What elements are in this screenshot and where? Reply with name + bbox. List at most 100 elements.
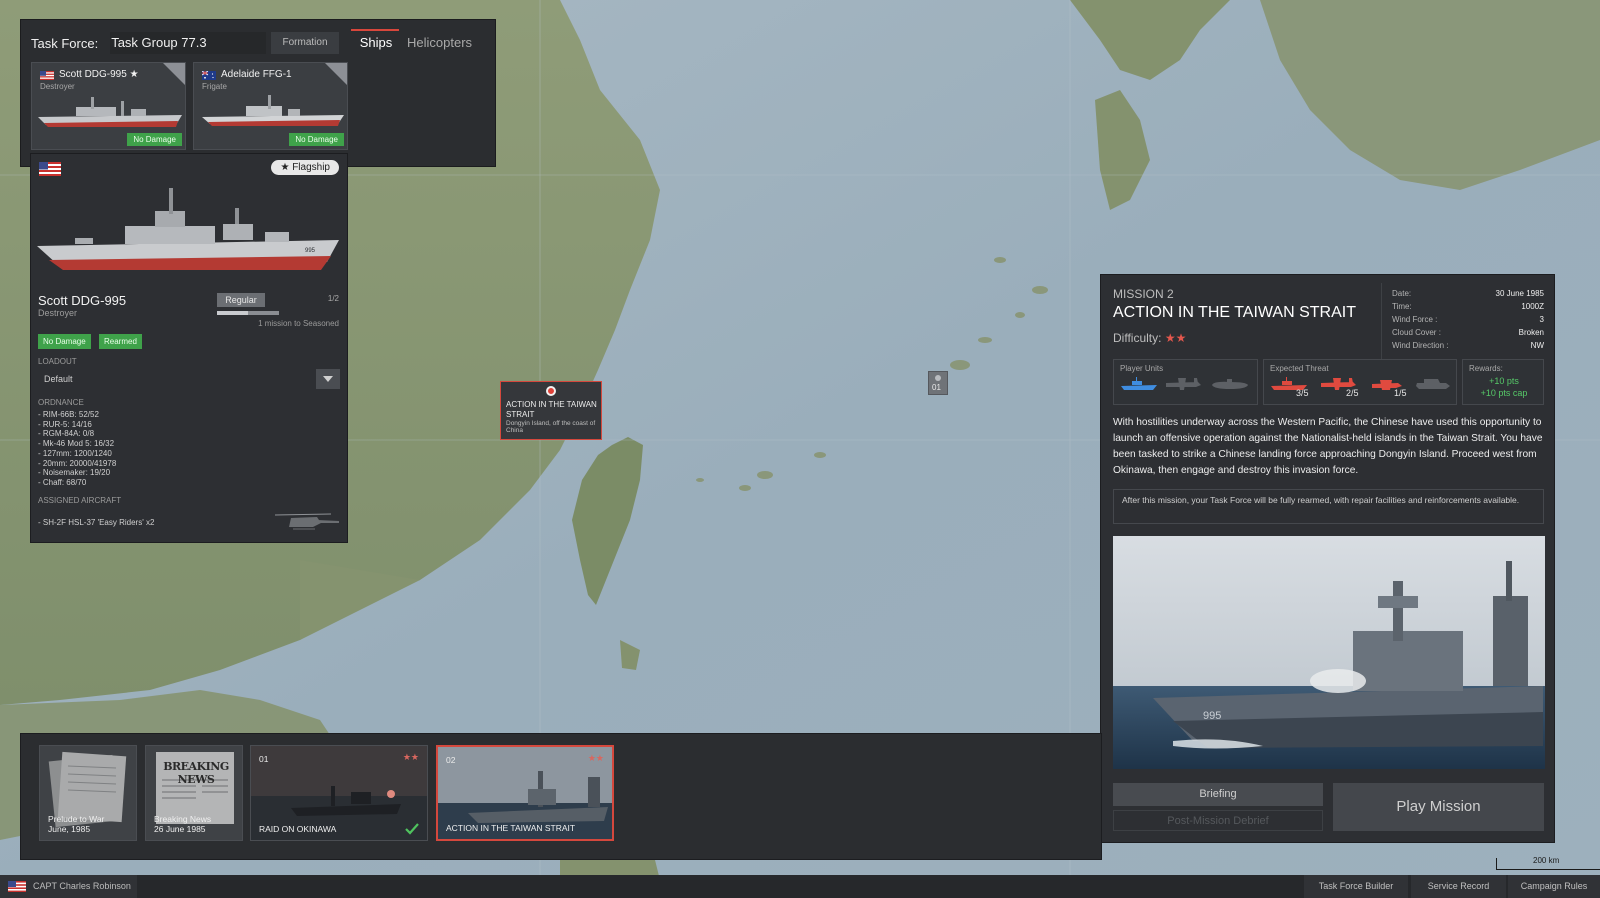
assigned-aircraft-item: - SH-2F HSL-37 'Easy Riders' x2 <box>38 518 155 527</box>
reward-points: +10 pts <box>1489 376 1519 386</box>
newspaper-headline: BREAKING NEWS <box>163 760 229 786</box>
chevron-down-icon <box>323 376 333 382</box>
timeline-card-mission-01[interactable]: 01 ★★ RAID ON OKINAWA <box>250 745 428 841</box>
ordnance-item: - Chaff: 68/70 <box>38 477 87 487</box>
timeline-caption: RAID ON OKINAWA <box>259 824 337 834</box>
loadout-dropdown[interactable]: Default <box>38 369 340 389</box>
ordnance-item: - 20mm: 20000/41978 <box>38 458 117 468</box>
post-mission-debrief-button[interactable]: Post-Mission Debrief <box>1113 810 1323 831</box>
active-tab-indicator <box>351 29 399 31</box>
campaign-rules-button[interactable]: Campaign Rules <box>1508 875 1600 898</box>
timeline-caption: Prelude to War June, 1985 <box>48 814 105 834</box>
mission-location-dot-icon <box>546 386 556 396</box>
mission-map-marker[interactable]: ACTION IN THE TAIWAN STRAIT Dongyin Isla… <box>500 381 602 440</box>
damage-status-badge: No Damage <box>289 133 344 146</box>
timeline-card-breaking-news[interactable]: BREAKING NEWS Breaking News 26 June 1985 <box>145 745 243 841</box>
threat-count: 1/5 <box>1394 388 1407 398</box>
ordnance-item: - RUR-5: 14/16 <box>38 419 92 429</box>
threat-count: 2/5 <box>1346 388 1359 398</box>
meta-wind-direction: Wind Direction : NW <box>1392 341 1544 350</box>
player-units-box: Player Units <box>1113 359 1258 405</box>
meta-time: Time: 1000Z <box>1392 302 1544 311</box>
us-flag-icon <box>39 162 61 176</box>
ship-name: Scott DDG-995 ★ <box>59 69 139 80</box>
ordnance-item: - Noisemaker: 19/20 <box>38 468 111 478</box>
ordnance-item: - 127mm: 1200/1240 <box>38 448 112 458</box>
aircraft-unit-icon <box>1166 378 1201 390</box>
timeline-card-mission-02[interactable]: 02 ★★ ACTION IN THE TAIWAN STRAIT <box>436 745 614 841</box>
tab-formation[interactable]: Formation <box>271 32 339 54</box>
timeline-card-prelude[interactable]: Prelude to War June, 1985 <box>39 745 137 841</box>
mission-preview-image: 995 <box>1113 536 1545 769</box>
helicopter-icon <box>274 513 339 530</box>
tab-helicopters[interactable]: Helicopters <box>407 32 472 54</box>
svg-text:995: 995 <box>1203 710 1221 722</box>
threat-label: Expected Threat <box>1270 364 1329 373</box>
ship-unit-icon <box>1121 377 1157 390</box>
assigned-aircraft-label: ASSIGNED AIRCRAFT <box>38 496 122 505</box>
mission-number: 01 <box>259 754 269 764</box>
experience-progress-bar <box>217 311 279 315</box>
loadout-value: Default <box>44 374 73 384</box>
marker-number: 01 <box>932 383 941 392</box>
task-force-builder-button[interactable]: Task Force Builder <box>1304 875 1408 898</box>
threat-count: 3/5 <box>1296 388 1309 398</box>
completed-mission-marker[interactable]: 01 <box>928 371 948 395</box>
rearm-status-badge: Rearmed <box>99 334 142 349</box>
task-force-name-field[interactable]: Task Group 77.3 <box>110 32 267 54</box>
timeline-caption: Breaking News 26 June 1985 <box>154 814 212 834</box>
task-force-header: Task Force: Task Group 77.3 <box>31 32 267 54</box>
ordnance-label: ORDNANCE <box>38 398 84 407</box>
us-flag-icon <box>40 71 54 80</box>
mission-note: After this mission, your Task Force will… <box>1113 489 1544 524</box>
player-units-label: Player Units <box>1120 364 1164 373</box>
meta-date: Date: 30 June 1985 <box>1392 289 1544 298</box>
au-flag-icon <box>202 71 216 80</box>
flagship-badge[interactable]: ★ Flagship <box>271 160 339 175</box>
meta-wind-force: Wind Force :3 <box>1392 315 1544 324</box>
timeline-caption: ACTION IN THE TAIWAN STRAIT <box>446 823 576 833</box>
ship-card-scott[interactable]: Scott DDG-995 ★ Destroyer No Damage <box>31 62 186 150</box>
difficulty-stars-icon: ★★ <box>402 752 419 762</box>
task-force-panel: Task Force: Task Group 77.3 Formation Sh… <box>20 19 496 167</box>
ship-name: Scott DDG-995 <box>38 293 127 308</box>
checkmark-icon <box>405 823 419 835</box>
card-corner <box>163 63 185 85</box>
experience-progress-text: 1 mission to Seasoned <box>258 319 339 328</box>
marker-title: ACTION IN THE TAIWAN STRAIT <box>506 400 597 419</box>
mission-number: MISSION 2 <box>1113 287 1174 301</box>
mission-description: With hostilities underway across the Wes… <box>1113 417 1543 476</box>
scale-label: 200 km <box>1533 856 1560 865</box>
player-name: CAPT Charles Robinson <box>33 881 131 891</box>
difficulty-stars-icon: ★★ <box>1164 331 1187 345</box>
frigate-silhouette-icon <box>202 95 344 126</box>
ordnance-item: - Mk-46 Mod 5: 16/32 <box>38 439 115 449</box>
difficulty-stars-icon: ★★ <box>587 753 604 763</box>
reward-cap: +10 pts cap <box>1480 388 1528 398</box>
ship-class: Frigate <box>202 82 227 91</box>
crew-rank-badge: Regular <box>217 293 265 307</box>
player-profile[interactable]: CAPT Charles Robinson <box>0 875 137 898</box>
service-record-button[interactable]: Service Record <box>1411 875 1506 898</box>
rank-count: 1/2 <box>327 294 339 303</box>
ship-card-adelaide[interactable]: Adelaide FFG-1 Frigate No Damage <box>193 62 348 150</box>
rewards-label: Rewards: <box>1469 364 1503 373</box>
briefing-button[interactable]: Briefing <box>1113 783 1323 806</box>
mission-panel: MISSION 2 ACTION IN THE TAIWAN STRAIT Di… <box>1100 274 1555 843</box>
submarine-unit-icon <box>1212 379 1248 389</box>
ship-class: Destroyer <box>40 82 75 91</box>
meta-cloud-cover: Cloud Cover : Broken <box>1392 328 1544 337</box>
experience-progress-fill <box>217 311 248 315</box>
loadout-label: LOADOUT <box>38 357 77 366</box>
mission-title: ACTION IN THE TAIWAN STRAIT <box>1113 304 1356 321</box>
campaign-timeline: Prelude to War June, 1985 BREAKING NEWS B… <box>20 733 1102 860</box>
svg-text:995: 995 <box>305 248 316 254</box>
loadout-dropdown-button[interactable] <box>316 369 340 389</box>
card-corner <box>325 63 347 85</box>
damage-status-badge: No Damage <box>127 133 182 146</box>
ordnance-list: - RIM-66B: 52/52 - RUR-5: 14/16 - RGM-84… <box>38 410 116 488</box>
play-mission-button[interactable]: Play Mission <box>1333 783 1544 831</box>
tab-ships[interactable]: Ships <box>351 32 401 54</box>
ordnance-item: - RIM-66B: 52/52 <box>38 410 99 419</box>
map-scale: 200 km <box>1496 856 1600 870</box>
